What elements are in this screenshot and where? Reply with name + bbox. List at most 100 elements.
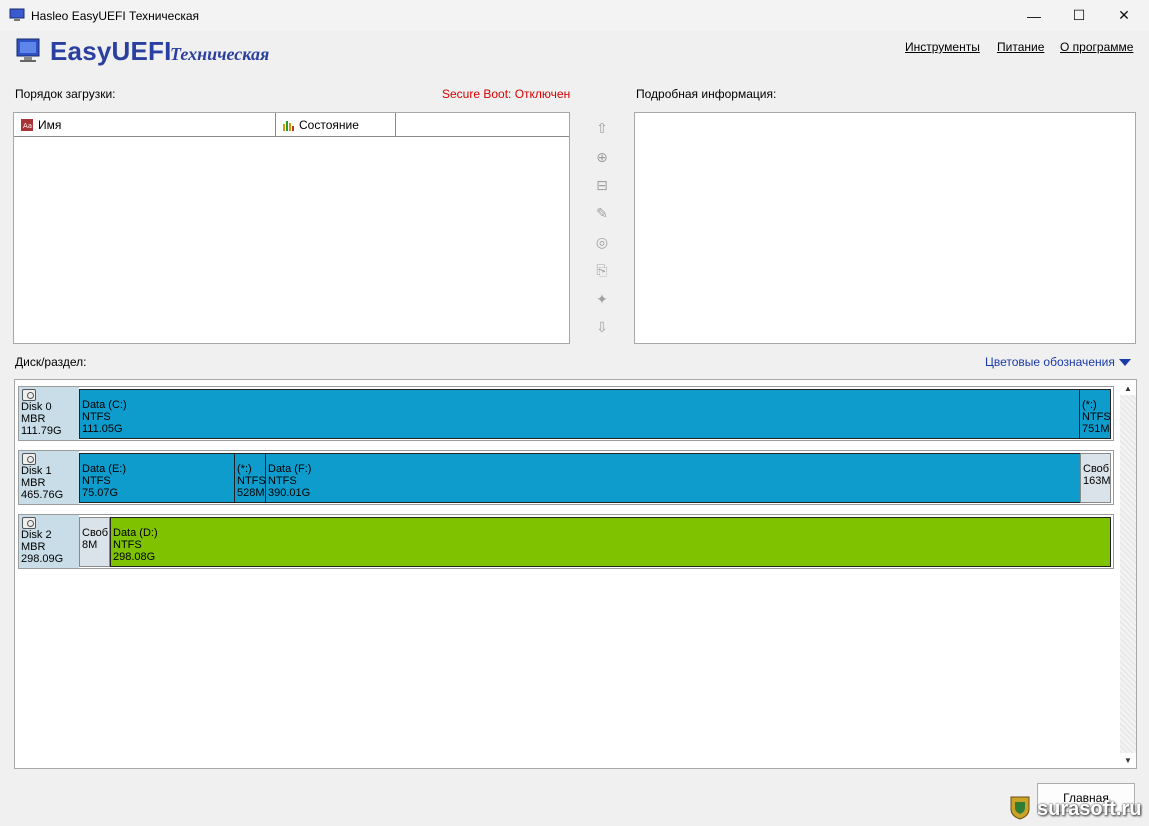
edit-entry-icon: ✎ xyxy=(596,204,608,221)
menu-power[interactable]: Питание xyxy=(997,40,1044,54)
scroll-up-icon[interactable]: ▲ xyxy=(1120,381,1136,395)
close-icon: ✕ xyxy=(1118,7,1130,23)
partition-fs: NTFS xyxy=(82,475,111,487)
disk-info[interactable]: Disk 0 MBR 111.79G xyxy=(19,387,79,440)
partition-block[interactable]: Своб 8M xyxy=(79,517,110,567)
watermark-emblem-icon xyxy=(1010,796,1030,820)
partition-size: 751M xyxy=(1082,423,1110,435)
menu-tools[interactable]: Инструменты xyxy=(905,40,980,54)
partition-label: Своб xyxy=(82,527,109,539)
maximize-icon: ☐ xyxy=(1072,7,1086,23)
disk-name: Disk 1 xyxy=(21,465,52,477)
disk-row[interactable]: Disk 1 MBR 465.76G Data (E:) NTFS 75.07G… xyxy=(18,450,1114,505)
partition-block[interactable]: Своб 163M xyxy=(1080,453,1111,503)
partition-fs: NTFS xyxy=(268,475,297,487)
svg-text:Aa: Aa xyxy=(23,122,32,130)
delete-entry-button[interactable]: ⊟ xyxy=(592,175,612,195)
partition-label: Data (E:) xyxy=(82,463,127,475)
column-status-label: Состояние xyxy=(299,117,359,132)
boot-list-header: Aa Имя Состояние xyxy=(14,113,569,137)
menu-power-label: Питание xyxy=(997,40,1045,54)
boot-order-label: Порядок загрузки: xyxy=(15,87,116,101)
backup-icon: ◎ xyxy=(595,233,609,250)
partition-block[interactable]: Data (F:) NTFS 390.01G xyxy=(265,453,1081,503)
disk-row[interactable]: Disk 0 MBR 111.79G Data (C:) NTFS 111.05… xyxy=(18,386,1114,441)
disk-info[interactable]: Disk 1 MBR 465.76G xyxy=(19,451,79,504)
edit-entry-button[interactable]: ✎ xyxy=(592,203,612,223)
add-entry-icon: ⊕ xyxy=(596,148,608,165)
partition-block[interactable]: Data (D:) NTFS 298.08G xyxy=(110,517,1111,567)
partition-size: 390.01G xyxy=(268,487,311,499)
easyuefi-logo-icon xyxy=(16,38,40,62)
partition-fs: 8M xyxy=(82,539,98,551)
disk-type: MBR xyxy=(21,477,46,489)
vertical-scrollbar[interactable]: ▲ ▼ xyxy=(1120,381,1136,767)
disk-name: Disk 2 xyxy=(21,529,52,541)
partition-fs: NTFS xyxy=(113,539,142,551)
logo-edition: Техническая xyxy=(170,44,270,64)
backup-button[interactable]: ◎ xyxy=(592,232,612,252)
partition-label: (*:) xyxy=(237,463,252,475)
partition-size: 528M xyxy=(237,487,265,499)
details-label: Подробная информация: xyxy=(636,87,777,101)
partition-block[interactable]: Data (C:) NTFS 111.05G xyxy=(79,389,1080,439)
status-column-icon xyxy=(283,120,294,131)
partition-fs: 163M xyxy=(1083,475,1111,487)
hard-disk-icon xyxy=(22,453,36,465)
partition-label: (*:) xyxy=(1082,399,1097,411)
partition-fs: NTFS xyxy=(82,411,111,423)
partition-label: Data (F:) xyxy=(268,463,312,475)
partition-block[interactable]: Data (E:) NTFS 75.07G xyxy=(79,453,235,503)
tools-button[interactable]: ✦ xyxy=(592,289,612,309)
scroll-down-icon[interactable]: ▼ xyxy=(1120,753,1136,767)
close-button[interactable]: ✕ xyxy=(1101,0,1147,31)
move-up-icon: ⇧ xyxy=(596,119,608,136)
disk-name: Disk 0 xyxy=(21,401,52,413)
column-name-label: Имя xyxy=(38,117,62,132)
delete-entry-icon: ⊟ xyxy=(596,176,608,193)
restore-icon: ⎘ xyxy=(596,261,608,278)
add-entry-button[interactable]: ⊕ xyxy=(592,147,612,167)
partition-size: 111.05G xyxy=(82,423,123,435)
logo-text: EasyUEFI xyxy=(50,36,172,66)
column-header-empty xyxy=(396,113,569,136)
disk-info[interactable]: Disk 2 MBR 298.09G xyxy=(19,515,79,568)
restore-button[interactable]: ⎘ xyxy=(592,260,612,280)
partition-size: 75.07G xyxy=(82,487,119,499)
menu-about-label: О программе xyxy=(1060,40,1134,54)
details-panel xyxy=(634,112,1136,344)
disk-size: 465.76G xyxy=(21,489,64,501)
partition-fs: NTFS xyxy=(237,475,266,487)
disk-size: 298.09G xyxy=(21,553,64,565)
secure-boot-status: Secure Boot: Отключен xyxy=(442,87,571,101)
maximize-button[interactable]: ☐ xyxy=(1056,0,1102,31)
app-icon xyxy=(9,8,25,21)
partition-size: 298.08G xyxy=(113,551,156,563)
column-header-status[interactable]: Состояние xyxy=(276,113,396,136)
disk-type: MBR xyxy=(21,413,46,425)
menu-about[interactable]: О программе xyxy=(1060,40,1133,54)
partition-label: Data (D:) xyxy=(113,527,158,539)
hard-disk-icon xyxy=(22,389,36,401)
partition-block[interactable]: (*:) NTFS 751M xyxy=(1079,389,1111,439)
tools-icon: ✦ xyxy=(596,290,608,307)
title-bar: Hasleo EasyUEFI Техническая — ☐ ✕ xyxy=(0,0,1149,31)
name-column-icon: Aa xyxy=(21,118,33,131)
disk-partition-label: Диск/раздел: xyxy=(15,355,87,369)
move-up-button[interactable]: ⇧ xyxy=(592,118,612,138)
partition-fs: NTFS xyxy=(1082,411,1111,423)
partition-label: Своб xyxy=(1083,463,1110,475)
color-legend-link[interactable]: Цветовые обозначения xyxy=(985,355,1115,369)
boot-entry-list[interactable]: Aa Имя Состояние xyxy=(13,112,570,344)
menu-tools-label: Инструменты xyxy=(905,40,980,54)
window-title: Hasleo EasyUEFI Техническая xyxy=(31,9,200,23)
minimize-button[interactable]: — xyxy=(1011,0,1057,31)
disk-row[interactable]: Disk 2 MBR 298.09G Своб 8M Data (D:) NTF… xyxy=(18,514,1114,569)
disk-size: 111.79G xyxy=(21,425,62,437)
move-down-button[interactable]: ⇩ xyxy=(592,317,612,337)
partition-block[interactable]: (*:) NTFS 528M xyxy=(234,453,266,503)
hard-disk-icon xyxy=(22,517,36,529)
move-down-icon: ⇩ xyxy=(596,318,608,335)
chevron-down-icon[interactable] xyxy=(1119,359,1131,366)
column-header-name[interactable]: Aa Имя xyxy=(14,113,276,136)
